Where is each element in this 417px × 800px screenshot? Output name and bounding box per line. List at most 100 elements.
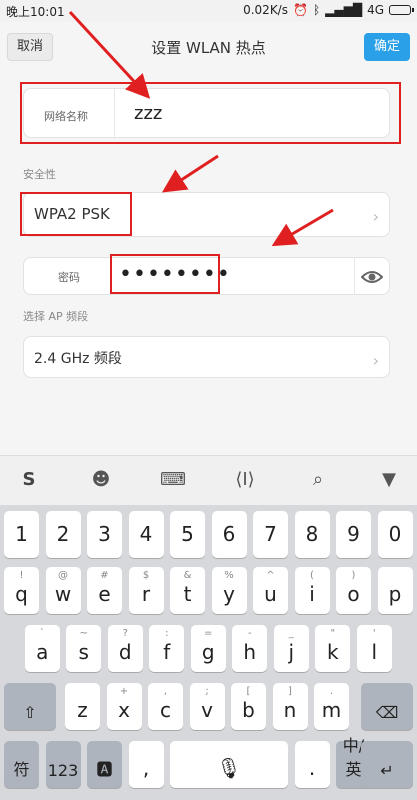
alarm-icon: ⏰ (292, 3, 308, 17)
cursor-move-icon[interactable]: ⟨I⟩ (232, 469, 258, 493)
key-d[interactable]: ? d (107, 625, 143, 672)
key-v[interactable]: ; v (189, 683, 225, 730)
emoji-icon[interactable]: ☻ (88, 469, 114, 493)
key-o[interactable]: ) o (336, 567, 371, 614)
keyboard-toolbar: S ☻ ⌨ ⟨I⟩ ⌕ ▼ (0, 455, 417, 505)
key-y[interactable]: % y (211, 567, 247, 614)
key-z[interactable]: z (65, 683, 100, 730)
key-label: 2 (56, 522, 70, 546)
key-l[interactable]: ' l (356, 625, 392, 672)
key-p[interactable]: p (377, 567, 413, 614)
key-a[interactable]: ` a (24, 625, 60, 672)
key-1[interactable]: 1 (4, 511, 39, 558)
key-sub-label: : (165, 628, 169, 639)
eye-icon[interactable] (361, 267, 383, 287)
key-sub-label: & (183, 570, 192, 581)
key-sub-label: = (204, 628, 213, 639)
sogou-logo-icon[interactable]: S (16, 469, 42, 493)
key-sub-label: , (163, 686, 168, 697)
key-s[interactable]: ~ s (66, 625, 102, 672)
numbers-key[interactable]: 123 (45, 741, 81, 788)
key-sub-label: - (247, 628, 252, 639)
key-sub-label: @ (58, 570, 68, 581)
key-label: 3 (98, 522, 111, 546)
key-sub-label: " (330, 628, 336, 639)
key-label: g (201, 640, 215, 664)
key-g[interactable]: = g (190, 625, 226, 672)
key-3[interactable]: 3 (87, 511, 122, 558)
key-h[interactable]: -h (232, 625, 268, 672)
key-2[interactable]: 2 (45, 511, 81, 558)
key-label: y (223, 582, 235, 606)
key-label: 🎙 (216, 756, 242, 780)
key-label: e (98, 582, 111, 606)
period-key[interactable]: . (294, 741, 330, 788)
key-sub-label: % (224, 570, 234, 581)
key-x[interactable]: + x (106, 683, 142, 730)
key-label: z (77, 698, 88, 722)
key-sub-label: + (119, 686, 129, 697)
shift-key[interactable]: ⇧ (4, 683, 56, 730)
enter-key[interactable]: ↵ (361, 741, 413, 788)
key-u[interactable]: ^ u (253, 567, 288, 614)
confirm-button[interactable]: 确定 (364, 33, 410, 61)
key-label: ↵ (380, 761, 394, 780)
key-label: b (242, 698, 255, 722)
chevron-right-icon: › (372, 207, 379, 226)
key-k[interactable]: " k (315, 625, 351, 672)
key-sub-label: ? (122, 628, 128, 639)
key-sub-label: ~ (79, 628, 88, 639)
key-m[interactable]: .m (314, 683, 349, 730)
key-e[interactable]: # e (87, 567, 122, 614)
annotation-box-password (110, 254, 220, 294)
symbol-key[interactable]: 符 (4, 741, 39, 788)
key-label: j (288, 640, 295, 664)
key-label: d (118, 640, 132, 664)
keyboard-icon[interactable]: ⌨ (160, 469, 186, 493)
keyboard: 1 2 3 4 5 6 7 8 9 0! q @ w # e $ r & t% y ^ u(i) o p ` a ~ s? d: f = g -… (0, 505, 417, 800)
key-q[interactable]: ! q (4, 567, 39, 614)
key-label: p (388, 582, 402, 606)
key-sub-label: ^ (266, 570, 275, 581)
key-label: o (347, 582, 360, 606)
space-mic-key[interactable]: 🎙 (170, 741, 288, 788)
search-icon[interactable]: ⌕ (305, 469, 331, 493)
key-w[interactable]: @ w (45, 567, 81, 614)
key-9[interactable]: 9 (336, 511, 371, 558)
comma-key[interactable]: , (128, 741, 164, 788)
key-c[interactable]: ,c (148, 683, 183, 730)
key-j[interactable]: _ j (273, 625, 309, 672)
key-f[interactable]: :f (149, 625, 185, 672)
key-n[interactable]: ] n (272, 683, 308, 730)
key-sub-label: _ (288, 628, 294, 639)
key-6[interactable]: 6 (211, 511, 247, 558)
password-label: 密码 (58, 271, 80, 284)
key-sub-label: ! (19, 570, 24, 581)
key-label: f (163, 640, 171, 664)
key-t[interactable]: & t (170, 567, 205, 614)
key-label: 6 (222, 522, 236, 546)
key-b[interactable]: [b (231, 683, 266, 730)
band-select[interactable]: 2.4 GHz 频段 › (23, 336, 390, 378)
collapse-icon[interactable]: ▼ (376, 469, 402, 493)
key-r[interactable]: $ r (128, 567, 164, 614)
status-time: 晚上10:01 (6, 5, 65, 19)
backspace-key[interactable]: ⌫ (361, 683, 413, 730)
chevron-right-icon: › (372, 351, 379, 370)
key-sub-label: [ (246, 686, 251, 697)
signal-icon: ▂▄▆█ (325, 3, 363, 17)
key-i[interactable]: (i (294, 567, 330, 614)
key-label: q (15, 582, 28, 606)
key-4[interactable]: 4 (128, 511, 164, 558)
key-label: , (142, 756, 150, 780)
key-label: k (326, 640, 339, 664)
key-8[interactable]: 8 (294, 511, 330, 558)
key-5[interactable]: 5 (170, 511, 205, 558)
key-0[interactable]: 0 (377, 511, 413, 558)
keyboard-switch-key[interactable]: 🅰 (87, 741, 122, 788)
key-label: n (283, 698, 297, 722)
key-sub-label: $ (142, 570, 150, 581)
status-icons: 0.02K/s ⏰ ᛒ ▂▄▆█ 4G (243, 3, 414, 17)
key-label: 4 (139, 522, 153, 546)
key-7[interactable]: 7 (253, 511, 288, 558)
